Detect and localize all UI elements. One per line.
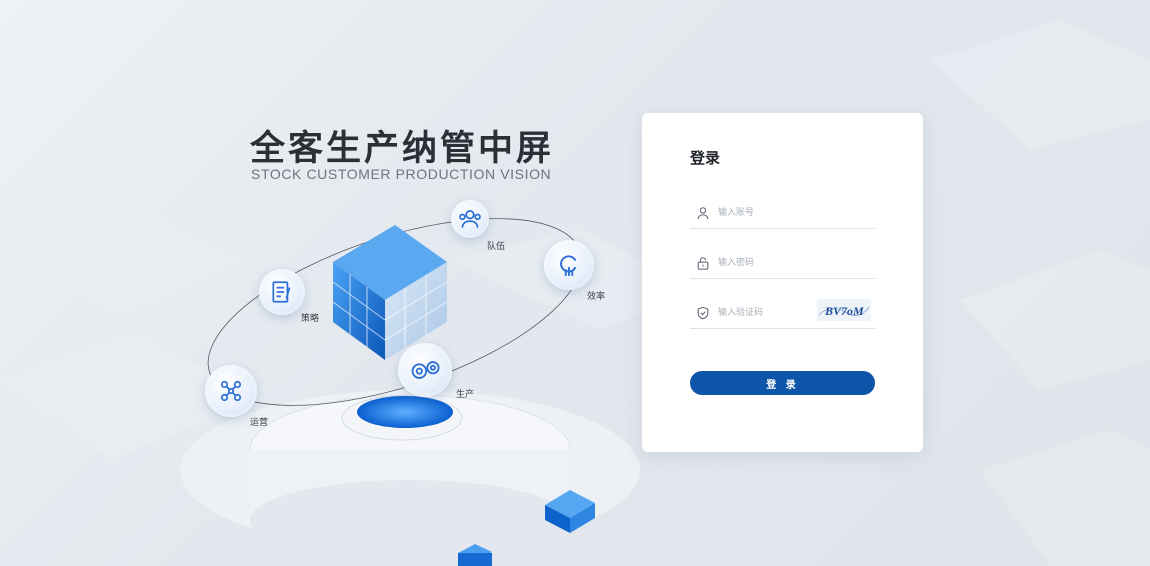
captcha-image[interactable]: BV7oM bbox=[817, 299, 871, 321]
efficiency-node bbox=[544, 240, 594, 290]
strategy-icon bbox=[272, 281, 291, 303]
captcha-text: BV7oM bbox=[824, 304, 864, 318]
production-node bbox=[398, 343, 452, 397]
operations-node bbox=[205, 365, 257, 417]
account-input[interactable] bbox=[718, 204, 868, 222]
captcha-field: BV7oM bbox=[690, 299, 875, 329]
gears-icon bbox=[411, 361, 440, 379]
user-icon bbox=[697, 207, 709, 220]
operations-icon bbox=[220, 380, 242, 402]
account-field bbox=[690, 200, 875, 229]
efficiency-icon bbox=[560, 255, 577, 276]
team-icon bbox=[459, 210, 481, 228]
hero-title: 全客生产纳管中屏 bbox=[250, 129, 555, 169]
lock-icon bbox=[697, 257, 709, 270]
shield-icon bbox=[697, 306, 709, 320]
strategy-label: 策略 bbox=[301, 314, 320, 324]
production-label: 生产 bbox=[456, 390, 475, 400]
captcha-input[interactable] bbox=[718, 304, 808, 322]
team-node bbox=[451, 200, 489, 238]
password-field bbox=[690, 250, 875, 279]
login-title: 登录 bbox=[690, 149, 721, 167]
password-input[interactable] bbox=[718, 254, 868, 272]
efficiency-label: 效率 bbox=[587, 292, 606, 302]
team-label: 队伍 bbox=[487, 242, 506, 252]
operations-label: 运营 bbox=[250, 418, 269, 428]
login-card: 登录 BV7oM 登 录 bbox=[642, 113, 923, 452]
login-button[interactable]: 登 录 bbox=[690, 371, 875, 395]
hero-subtitle: STOCK CUSTOMER PRODUCTION VISION bbox=[251, 166, 552, 182]
strategy-node bbox=[259, 269, 305, 315]
